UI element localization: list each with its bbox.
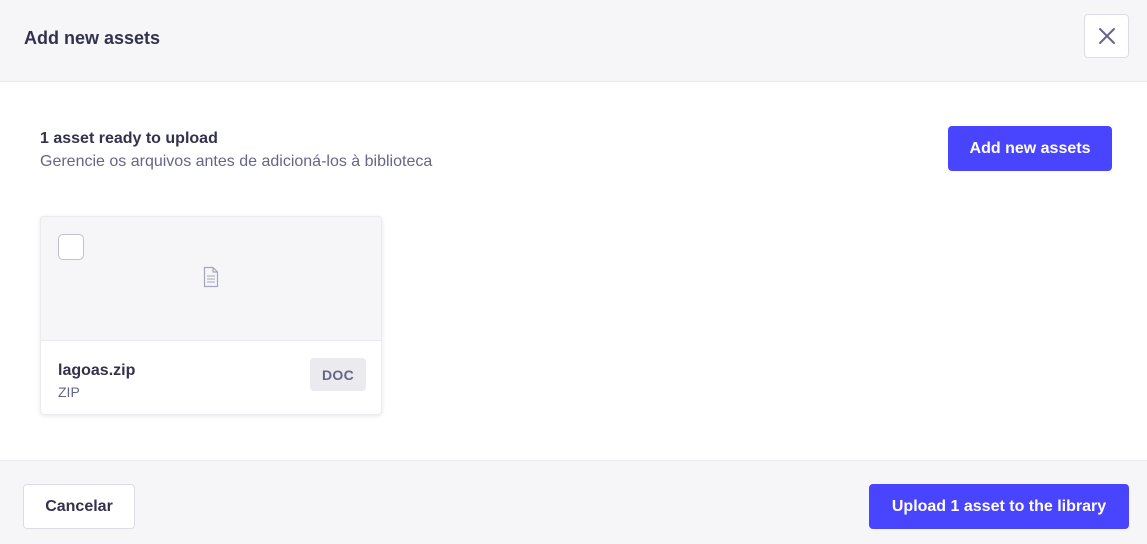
add-assets-dialog: Add new assets 1 asset ready to upload G… <box>0 0 1147 544</box>
asset-file-extension: ZIP <box>58 384 80 400</box>
asset-select-checkbox[interactable] <box>58 234 84 260</box>
asset-preview <box>41 217 381 341</box>
dialog-body: 1 asset ready to upload Gerencie os arqu… <box>0 82 1147 460</box>
asset-file-name: lagoas.zip <box>58 362 136 379</box>
upload-assets-button[interactable]: Upload 1 asset to the library <box>869 484 1129 529</box>
close-button[interactable] <box>1084 14 1129 58</box>
dialog-title: Add new assets <box>24 28 161 48</box>
cancel-button[interactable]: Cancelar <box>23 484 135 529</box>
dialog-header: Add new assets <box>0 0 1147 82</box>
assets-ready-count: 1 asset ready to upload <box>40 130 218 147</box>
close-icon <box>1098 28 1115 44</box>
asset-type-badge: DOC <box>310 358 366 391</box>
file-icon <box>203 266 219 288</box>
assets-ready-description: Gerencie os arquivos antes de adicioná-l… <box>40 153 433 170</box>
dialog-footer: Cancelar Upload 1 asset to the library <box>0 460 1147 544</box>
asset-card[interactable]: lagoas.zip ZIP DOC <box>40 216 382 415</box>
add-new-assets-button[interactable]: Add new assets <box>948 126 1112 171</box>
